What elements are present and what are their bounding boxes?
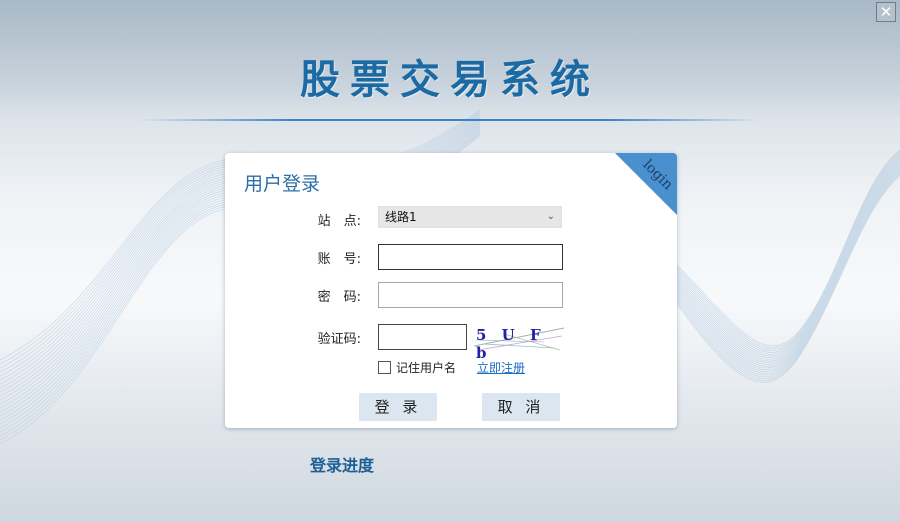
cancel-button[interactable]: 取 消 bbox=[482, 393, 560, 421]
wave-line bbox=[659, 156, 900, 357]
close-button[interactable]: ✕ bbox=[876, 2, 896, 22]
captcha-row: 验证码: 5 U F b bbox=[225, 324, 677, 362]
wave-line bbox=[659, 165, 900, 369]
remember-username[interactable]: 记住用户名 bbox=[378, 359, 456, 375]
password-row: 密 码: bbox=[225, 282, 677, 308]
wave-line bbox=[659, 166, 900, 370]
wave-line bbox=[659, 171, 900, 378]
password-label: 密 码: bbox=[317, 290, 361, 305]
captcha-label: 验证码: bbox=[317, 332, 361, 347]
wave-line bbox=[659, 153, 900, 352]
register-link[interactable]: 立即注册 bbox=[477, 359, 525, 376]
password-input[interactable] bbox=[378, 282, 563, 308]
wave-line bbox=[659, 164, 900, 367]
wave-line bbox=[659, 160, 900, 362]
wave-line bbox=[659, 172, 900, 379]
account-row: 账 号: bbox=[225, 244, 677, 270]
wave-line bbox=[659, 167, 900, 372]
wave-line bbox=[659, 174, 900, 383]
login-button[interactable]: 登 录 bbox=[359, 393, 437, 421]
wave-line bbox=[659, 168, 900, 374]
remember-username-label: 记住用户名 bbox=[396, 361, 457, 375]
wave-line bbox=[659, 161, 900, 364]
wave-line bbox=[659, 159, 900, 360]
panel-title: 用户登录 bbox=[244, 173, 321, 195]
wave-line bbox=[659, 149, 900, 346]
site-label: 站 点: bbox=[317, 214, 361, 229]
login-progress-label: 登录进度 bbox=[310, 456, 375, 475]
captcha-text: 5 U F b bbox=[476, 326, 546, 362]
captcha-image[interactable]: 5 U F b bbox=[474, 324, 566, 362]
account-input[interactable] bbox=[378, 244, 563, 270]
title-divider bbox=[140, 119, 760, 121]
wave-line bbox=[659, 152, 900, 350]
site-select[interactable]: 线路1 ⌄ bbox=[378, 206, 562, 228]
wave-line bbox=[659, 173, 900, 381]
app-title: 股票交易系统 bbox=[300, 57, 600, 103]
wave-line bbox=[659, 150, 900, 348]
wave-line bbox=[659, 170, 900, 376]
remember-username-checkbox[interactable] bbox=[378, 361, 391, 374]
site-select-value: 线路1 bbox=[385, 210, 417, 224]
wave-line bbox=[659, 162, 900, 365]
account-label: 账 号: bbox=[317, 252, 361, 267]
close-icon: ✕ bbox=[879, 3, 893, 21]
login-panel: login 用户登录 站 点: 线路1 ⌄ 账 号: 密 码: 验证码: 5 U… bbox=[225, 153, 677, 428]
wave-line bbox=[659, 158, 900, 358]
site-row: 站 点: 线路1 ⌄ bbox=[225, 206, 677, 232]
wave-line bbox=[659, 154, 900, 353]
wave-line bbox=[659, 155, 900, 355]
captcha-input[interactable] bbox=[378, 324, 467, 350]
chevron-down-icon: ⌄ bbox=[546, 211, 555, 222]
